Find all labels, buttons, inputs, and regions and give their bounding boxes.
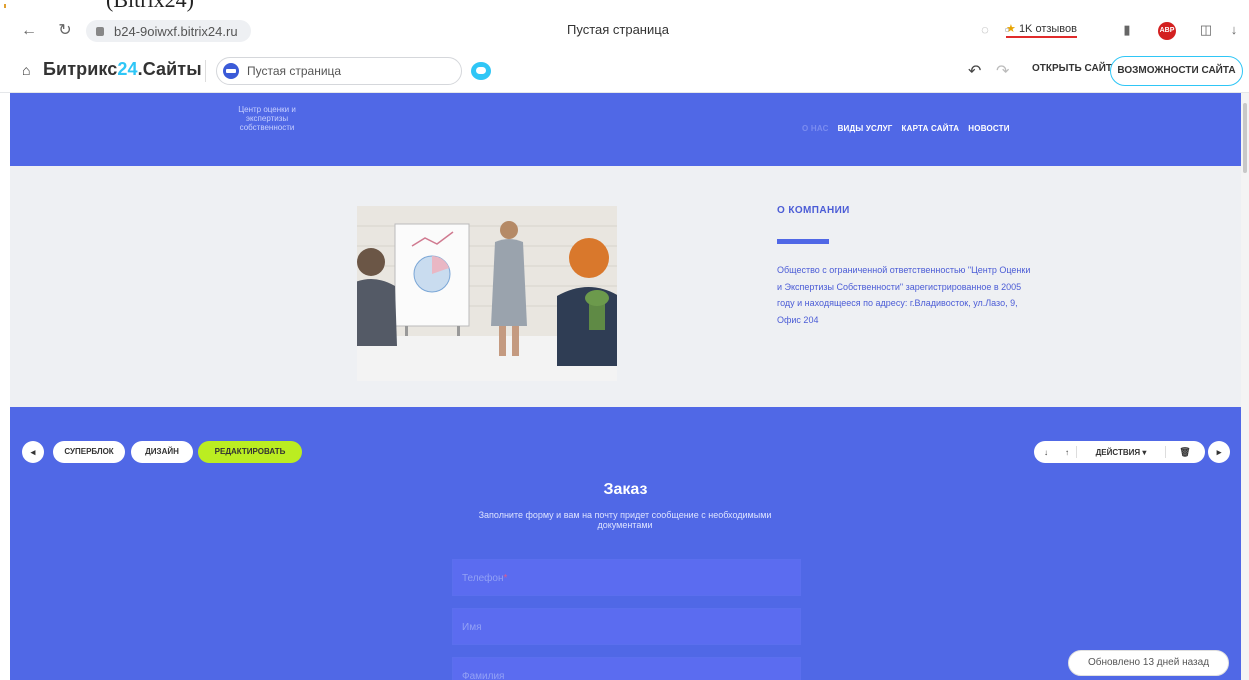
clipped-caption: (Bitrix24) [0, 0, 330, 12]
meeting-photo-illustration [357, 206, 617, 381]
about-text: Общество с ограниченной ответственностью… [777, 265, 1031, 325]
chat-icon[interactable]: ◌ [976, 21, 994, 39]
lock-icon [96, 26, 104, 36]
brand-suffix: .Сайты [137, 59, 202, 79]
about-divider [777, 239, 829, 244]
tab-title: Пустая страница [567, 22, 669, 37]
prev-block-button[interactable]: ◂ [22, 441, 44, 463]
brand-logo[interactable]: Битрикс24.Сайты [43, 59, 202, 80]
reload-button[interactable]: ↻ [56, 22, 74, 40]
updated-status-badge: Обновлено 13 дней назад [1068, 650, 1229, 676]
brand-prefix: Битрикс [43, 59, 118, 79]
move-up-button[interactable]: ↑ [1058, 448, 1076, 457]
reviews-link[interactable]: ★ 1K отзывов [1006, 22, 1077, 38]
adblock-icon[interactable]: ABP [1158, 22, 1176, 40]
browser-toolbar: ← ↻ b24-9oiwxf.bitrix24.ru Пустая страни… [0, 12, 1249, 50]
undo-button[interactable]: ↶ [968, 61, 981, 81]
editor-toolbar: ⌂ Битрикс24.Сайты Пустая страница ↶ ↷ ОТ… [0, 50, 1249, 93]
address-bar[interactable]: b24-9oiwxf.bitrix24.ru [86, 20, 251, 42]
redo-button[interactable]: ↷ [996, 61, 1009, 81]
order-section: ◂ СУПЕРБЛОК ДИЗАЙН РЕДАКТИРОВАТЬ ↓ ↑ ДЕЙ… [10, 407, 1241, 680]
brand-number: 24 [117, 59, 138, 79]
meeting-photo[interactable] [357, 206, 617, 381]
edit-block-button[interactable]: РЕДАКТИРОВАТЬ [198, 441, 302, 463]
design-button[interactable]: ДИЗАЙН [131, 441, 193, 463]
surname-field-placeholder: Фамилия [462, 671, 505, 680]
page-selector[interactable]: Пустая страница [216, 57, 462, 85]
extension-icon[interactable]: ◫ [1197, 21, 1215, 39]
url-text: b24-9oiwxf.bitrix24.ru [114, 23, 238, 39]
move-down-button[interactable]: ↓ [1034, 448, 1058, 457]
block-actions-group: ↓ ↑ ДЕЙСТВИЯ ▾ 🗑 [1034, 441, 1205, 463]
divider [205, 60, 206, 82]
phone-field[interactable]: Телефон* [452, 559, 801, 596]
page-scrollbar[interactable] [1241, 93, 1249, 680]
site-features-button[interactable]: ВОЗМОЖНОСТИ САЙТА [1110, 56, 1243, 86]
required-mark: * [503, 573, 508, 584]
page-icon [223, 63, 239, 79]
company-logo-text[interactable]: Центр оценки и экспертизы собственности [222, 105, 312, 132]
bookmark-icon[interactable]: ▮ [1118, 21, 1136, 39]
cloud-icon[interactable] [471, 62, 491, 80]
name-field[interactable]: Имя [452, 608, 801, 645]
back-button[interactable]: ← [20, 22, 38, 40]
main-nav: О НАС ВИДЫ УСЛУГ КАРТА САЙТА НОВОСТИ [802, 124, 1010, 133]
nav-item-services[interactable]: ВИДЫ УСЛУГ [838, 124, 893, 133]
nav-item-sitemap[interactable]: КАРТА САЙТА [902, 124, 960, 133]
reviews-label: 1K отзывов [1018, 23, 1077, 35]
nav-item-about[interactable]: О НАС [802, 124, 829, 133]
name-field-placeholder: Имя [462, 622, 482, 633]
superblock-button[interactable]: СУПЕРБЛОК [53, 441, 125, 463]
phone-field-placeholder: Телефон [462, 573, 504, 584]
site-header: Центр оценки и экспертизы собственности … [10, 93, 1241, 166]
page-selector-label: Пустая страница [247, 64, 342, 78]
next-block-button[interactable]: ▸ [1208, 441, 1230, 463]
delete-icon[interactable]: 🗑 [1166, 447, 1204, 458]
nav-item-news[interactable]: НОВОСТИ [968, 124, 1009, 133]
scrollbar-thumb[interactable] [1243, 103, 1247, 173]
actions-dropdown[interactable]: ДЕЙСТВИЯ ▾ [1077, 448, 1165, 457]
open-site-link[interactable]: ОТКРЫТЬ САЙТ [1032, 63, 1112, 74]
about-section: О КОМПАНИИ Общество с ограниченной ответ… [10, 166, 1241, 407]
order-subtitle: Заполните форму и вам на почту придет со… [478, 510, 772, 530]
download-icon[interactable]: ↓ [1225, 21, 1243, 39]
order-title: Заказ [603, 481, 648, 498]
surname-field[interactable]: Фамилия [452, 657, 801, 680]
home-icon[interactable]: ⌂ [22, 63, 36, 77]
about-title: О КОМПАНИИ [777, 205, 850, 216]
star-icon: ★ [1006, 23, 1016, 35]
